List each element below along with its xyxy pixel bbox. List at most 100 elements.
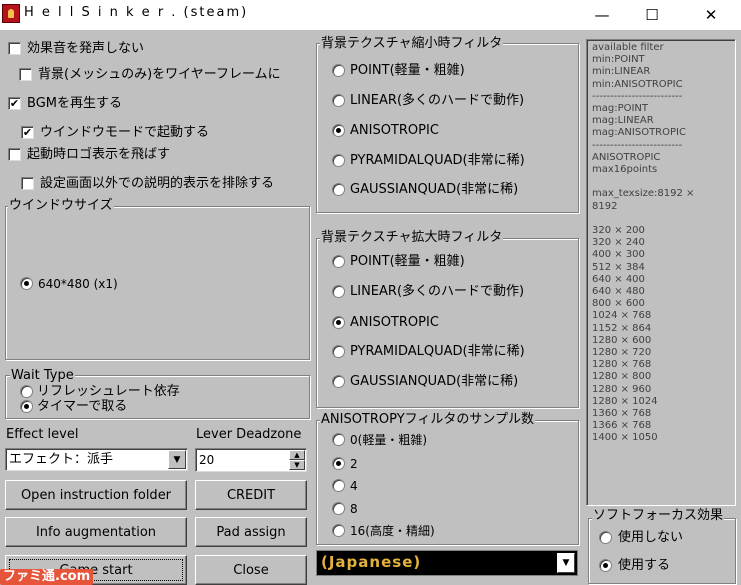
wait-type-label: リフレッシュレート依存 bbox=[37, 384, 180, 399]
info-line: 800 × 600 bbox=[592, 298, 645, 310]
radio-mag-linear[interactable] bbox=[332, 285, 345, 298]
radio-min-linear[interactable] bbox=[332, 94, 345, 107]
info-line: 1280 × 960 bbox=[592, 383, 652, 395]
radio-min-gaussian[interactable] bbox=[332, 183, 345, 196]
radio-mag-anisotropic[interactable] bbox=[332, 316, 345, 329]
spinner-down-icon[interactable]: ▼ bbox=[289, 460, 305, 470]
window-size-title: ウインドウサイズ bbox=[8, 198, 114, 213]
option-label: 起動時ロゴ表示を飛ばす bbox=[27, 147, 171, 162]
spinner-up-icon[interactable]: ▲ bbox=[289, 450, 305, 460]
checkbox-wireframe[interactable] bbox=[19, 68, 32, 81]
checkbox-window-mode[interactable]: ✔ bbox=[21, 126, 34, 139]
radio-soft-focus-on[interactable] bbox=[599, 559, 612, 572]
info-line: 1280 × 768 bbox=[592, 359, 652, 371]
min-filter-label: PYRAMIDALQUAD(非常に稀) bbox=[350, 153, 525, 168]
mag-filter-label: ANISOTROPIC bbox=[350, 315, 439, 330]
info-line: 1024 × 768 bbox=[592, 310, 652, 322]
wait-type-label: タイマーで取る bbox=[37, 399, 128, 414]
close-button[interactable]: Close bbox=[195, 555, 307, 585]
effect-level-select[interactable]: エフェクト：派手 ▼ bbox=[5, 448, 188, 471]
info-line: 1152 × 864 bbox=[592, 322, 652, 334]
radio-min-pyramidal[interactable] bbox=[332, 154, 345, 167]
lever-deadzone-spinner[interactable]: 20 ▲ ▼ bbox=[195, 448, 307, 472]
info-line: ------------------------- bbox=[592, 139, 683, 151]
radio-mag-pyramidal[interactable] bbox=[332, 345, 345, 358]
info-line: mag:POINT bbox=[592, 103, 649, 114]
language-value: (Japanese) bbox=[321, 553, 422, 571]
option-label: 効果音を発声しない bbox=[27, 41, 145, 56]
radio-samples-16[interactable] bbox=[332, 524, 345, 537]
samples-label: 16(高度・精細) bbox=[350, 524, 435, 538]
info-line: 1280 × 720 bbox=[592, 347, 652, 358]
window-title: H e l l S i n k e r . (steam) bbox=[24, 5, 249, 20]
dropdown-arrow-icon[interactable]: ▼ bbox=[168, 450, 186, 469]
site-watermark: ファミ通.com bbox=[0, 569, 94, 585]
info-line: 1280 × 800 bbox=[592, 371, 652, 383]
radio-window-size[interactable] bbox=[20, 277, 33, 290]
radio-samples-0[interactable] bbox=[332, 433, 345, 446]
min-filter-label: ANISOTROPIC bbox=[350, 123, 439, 138]
info-line: 1280 × 600 bbox=[592, 334, 652, 346]
radio-mag-gaussian[interactable] bbox=[332, 375, 345, 388]
info-line: 640 × 400 bbox=[592, 273, 645, 285]
open-instruction-folder-button[interactable]: Open instruction folder bbox=[5, 480, 187, 510]
title-bar: H e l l S i n k e r . (steam) — ☐ ✕ bbox=[0, 0, 741, 30]
dropdown-arrow-icon[interactable]: ▼ bbox=[557, 553, 575, 573]
language-select[interactable]: (Japanese) ▼ bbox=[316, 550, 578, 576]
dialog-client-area: 効果音を発声しない 背景(メッシュのみ)をワイヤーフレームに ✔ BGMを再生す… bbox=[0, 30, 741, 585]
info-line: 1280 × 1024 bbox=[592, 395, 658, 407]
radio-samples-8[interactable] bbox=[332, 502, 345, 515]
radio-samples-4[interactable] bbox=[332, 479, 345, 492]
app-icon bbox=[2, 4, 20, 23]
mag-filter-label: LINEAR(多くのハードで動作) bbox=[350, 284, 525, 299]
samples-label: 4 bbox=[350, 479, 358, 493]
info-line: max_texsize:8192 × bbox=[592, 188, 695, 200]
info-line: mag:ANISOTROPIC bbox=[592, 127, 686, 139]
info-line: 320 × 200 bbox=[592, 225, 645, 236]
wait-type-title: Wait Type bbox=[10, 368, 75, 383]
radio-wait-timer[interactable] bbox=[20, 400, 33, 413]
radio-soft-focus-off[interactable] bbox=[599, 531, 612, 544]
info-line: min:LINEAR bbox=[592, 66, 651, 78]
minimize-icon: — bbox=[594, 6, 610, 24]
info-line: 1400 × 1050 bbox=[592, 432, 658, 444]
close-window-button[interactable]: ✕ bbox=[688, 0, 734, 30]
info-line: 320 × 240 bbox=[592, 237, 645, 249]
option-label: ウインドウモードで起動する bbox=[40, 125, 210, 140]
maximize-button[interactable]: ☐ bbox=[629, 0, 675, 30]
close-icon: ✕ bbox=[704, 6, 718, 24]
effect-level-value: エフェクト：派手 bbox=[9, 452, 114, 467]
window-size-label: 640*480 (x1) bbox=[38, 277, 118, 291]
samples-label: 8 bbox=[350, 502, 358, 516]
checkbox-exclude-desc[interactable] bbox=[21, 177, 34, 190]
radio-min-point[interactable] bbox=[332, 64, 345, 77]
info-augmentation-button[interactable]: Info augmentation bbox=[5, 517, 187, 547]
minimize-button[interactable]: — bbox=[579, 0, 625, 30]
option-label: BGMを再生する bbox=[27, 96, 122, 111]
lever-deadzone-value: 20 bbox=[199, 453, 215, 467]
checkbox-sfx[interactable] bbox=[8, 42, 21, 55]
option-label: 設定画面以外での説明的表示を排除する bbox=[40, 176, 275, 191]
option-label: 背景(メッシュのみ)をワイヤーフレームに bbox=[38, 67, 281, 82]
checkbox-skip-logo[interactable] bbox=[8, 148, 21, 161]
min-filter-label: POINT(軽量・粗雑) bbox=[350, 63, 465, 78]
radio-samples-2[interactable] bbox=[332, 457, 345, 470]
info-panel: available filter min:POINT min:LINEAR min:A… bbox=[586, 39, 736, 506]
checkbox-bgm[interactable]: ✔ bbox=[8, 97, 21, 110]
info-line: min:POINT bbox=[592, 54, 645, 66]
lever-deadzone-label: Lever Deadzone bbox=[196, 427, 302, 442]
soft-focus-group bbox=[588, 518, 736, 584]
info-line: 1366 × 768 bbox=[592, 420, 652, 432]
mag-filter-label: GAUSSIANQUAD(非常に稀) bbox=[350, 374, 519, 389]
min-filter-title: 背景テクスチャ縮小時フィルタ bbox=[320, 36, 504, 51]
radio-mag-point[interactable] bbox=[332, 255, 345, 268]
soft-focus-title: ソフトフォーカス効果 bbox=[592, 508, 725, 523]
pad-assign-button[interactable]: Pad assign bbox=[195, 517, 307, 547]
samples-label: 2 bbox=[350, 457, 358, 471]
credit-button[interactable]: CREDIT bbox=[195, 480, 307, 510]
min-filter-label: GAUSSIANQUAD(非常に稀) bbox=[350, 182, 519, 197]
info-line: ANISOTROPIC bbox=[592, 151, 661, 163]
info-line: 8192 bbox=[592, 200, 618, 212]
radio-min-anisotropic[interactable] bbox=[332, 124, 345, 137]
radio-wait-refresh[interactable] bbox=[20, 385, 33, 398]
